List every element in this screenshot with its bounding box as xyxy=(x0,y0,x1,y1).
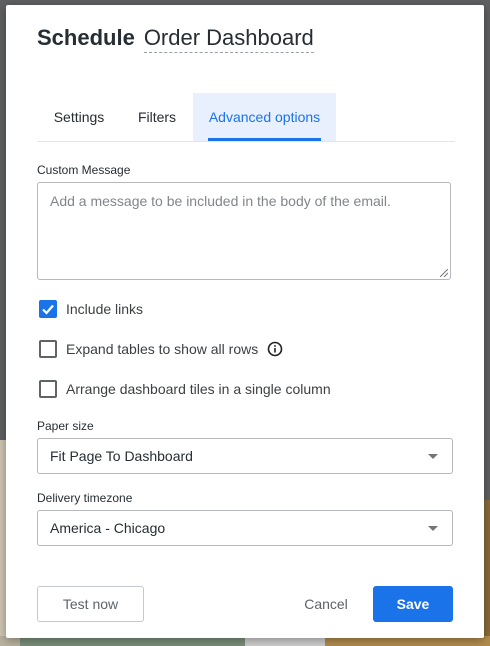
backdrop-strip-right xyxy=(484,500,490,646)
resize-grip-icon[interactable] xyxy=(440,269,448,277)
delivery-timezone-value: America - Chicago xyxy=(50,520,166,536)
schedule-name-field[interactable]: Order Dashboard xyxy=(143,25,314,53)
paper-size-value: Fit Page To Dashboard xyxy=(50,448,193,464)
active-tab-indicator xyxy=(208,138,321,141)
paper-size-label: Paper size xyxy=(37,419,94,433)
tab-advanced-options[interactable]: Advanced options xyxy=(193,93,336,141)
test-now-button[interactable]: Test now xyxy=(37,586,144,622)
tab-settings[interactable]: Settings xyxy=(37,93,121,141)
checkmark-icon xyxy=(42,304,54,315)
expand-tables-label: Expand tables to show all rows xyxy=(66,341,259,357)
dropdown-caret-icon xyxy=(428,526,438,531)
option-include-links[interactable]: Include links xyxy=(39,299,143,319)
dropdown-caret-icon xyxy=(428,454,438,459)
custom-message-textarea[interactable]: Add a message to be included in the body… xyxy=(37,182,451,280)
include-links-checkbox[interactable] xyxy=(39,300,57,318)
dialog-header: Schedule Order Dashboard xyxy=(37,25,314,55)
option-single-column[interactable]: Arrange dashboard tiles in a single colu… xyxy=(39,379,331,399)
single-column-label: Arrange dashboard tiles in a single colu… xyxy=(66,381,331,397)
info-icon[interactable] xyxy=(267,341,283,357)
schedule-dialog: Schedule Order Dashboard Settings Filter… xyxy=(6,5,484,638)
tab-advanced-options-label: Advanced options xyxy=(208,109,321,125)
custom-message-label: Custom Message xyxy=(37,163,131,177)
custom-message-placeholder: Add a message to be included in the body… xyxy=(50,193,391,209)
tab-bar: Settings Filters Advanced options xyxy=(37,93,455,142)
expand-tables-checkbox[interactable] xyxy=(39,340,57,358)
tab-filters[interactable]: Filters xyxy=(127,93,187,141)
delivery-timezone-select[interactable]: America - Chicago xyxy=(37,510,453,546)
paper-size-select[interactable]: Fit Page To Dashboard xyxy=(37,438,453,474)
dialog-title-label: Schedule xyxy=(37,25,135,50)
cancel-button[interactable]: Cancel xyxy=(286,586,366,622)
save-button[interactable]: Save xyxy=(373,586,453,622)
single-column-checkbox[interactable] xyxy=(39,380,57,398)
delivery-timezone-label: Delivery timezone xyxy=(37,491,133,505)
option-expand-tables[interactable]: Expand tables to show all rows xyxy=(39,339,283,359)
include-links-label: Include links xyxy=(66,301,144,317)
